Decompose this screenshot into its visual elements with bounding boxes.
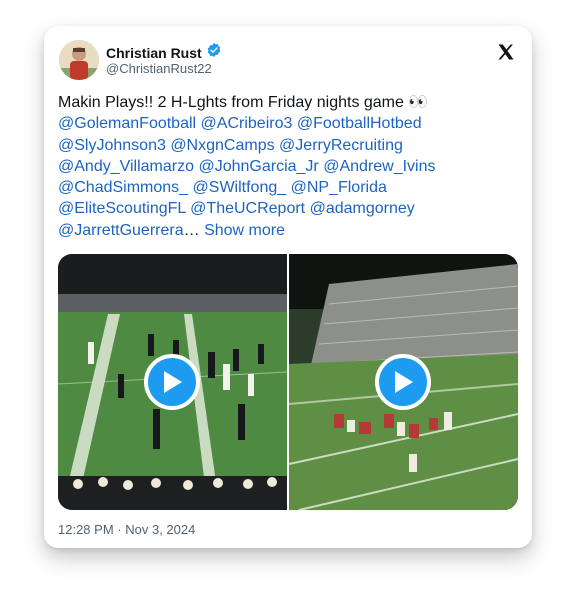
mention-link[interactable]: @Andrew_Ivins bbox=[323, 158, 435, 175]
avatar[interactable] bbox=[59, 40, 99, 80]
mention-link[interactable]: @SlyJohnson3 bbox=[58, 137, 166, 154]
tweet-text: Makin Plays!! 2 H-Lghts from Friday nigh… bbox=[58, 92, 523, 241]
verified-badge-icon bbox=[206, 42, 222, 63]
ellipsis: … bbox=[183, 221, 200, 239]
play-button[interactable] bbox=[375, 354, 431, 410]
mention-link[interactable]: @Andy_Villamarzo bbox=[58, 158, 194, 175]
mention-link[interactable]: @TheUCReport bbox=[190, 200, 305, 217]
author-handle[interactable]: @ChristianRust22 bbox=[106, 61, 212, 76]
mention-link[interactable]: @SWiltfong_ bbox=[193, 179, 287, 196]
video-thumbnail-left[interactable] bbox=[58, 254, 287, 510]
timestamp-separator: · bbox=[117, 522, 122, 537]
play-button[interactable] bbox=[144, 354, 200, 410]
tweet-card: Christian Rust @ChristianRust22 Makin Pl… bbox=[44, 26, 532, 548]
mention-link[interactable]: @ACribeiro3 bbox=[201, 115, 293, 132]
play-icon bbox=[164, 371, 182, 393]
mention-link[interactable]: @NxgnCamps bbox=[170, 137, 274, 154]
mention-link[interactable]: @EliteScoutingFL bbox=[58, 200, 186, 217]
author-name-row: Christian Rust bbox=[106, 42, 222, 63]
tweet-intro: Makin Plays!! 2 H-Lghts from Friday nigh… bbox=[58, 94, 404, 111]
tweet-timestamp[interactable]: 12:28 PM · Nov 3, 2024 bbox=[58, 522, 195, 537]
show-more-link[interactable]: Show more bbox=[204, 222, 285, 239]
mention-link[interactable]: @JerryRecruiting bbox=[279, 137, 403, 154]
tweet-time: 12:28 PM bbox=[58, 522, 114, 537]
mention-link[interactable]: @ChadSimmons_ bbox=[58, 179, 188, 196]
video-thumbnail-right[interactable] bbox=[289, 254, 518, 510]
tweet-date: Nov 3, 2024 bbox=[125, 522, 196, 537]
mention-link[interactable]: @JohnGarcia_Jr bbox=[198, 158, 318, 175]
eyes-emoji: 👀 bbox=[408, 94, 429, 111]
author-name[interactable]: Christian Rust bbox=[106, 45, 202, 61]
x-logo-icon[interactable] bbox=[496, 42, 516, 62]
mention-link[interactable]: @adamgorney bbox=[310, 200, 415, 217]
mention-link[interactable]: @JarrettGuerrera bbox=[58, 222, 184, 239]
mention-link[interactable]: @NP_Florida bbox=[291, 179, 387, 196]
media-grid bbox=[58, 254, 518, 510]
mention-link[interactable]: @GolemanFootball bbox=[58, 115, 196, 132]
mention-link[interactable]: @FootballHotbed bbox=[297, 115, 422, 132]
avatar-image bbox=[59, 40, 99, 80]
play-icon bbox=[395, 371, 413, 393]
